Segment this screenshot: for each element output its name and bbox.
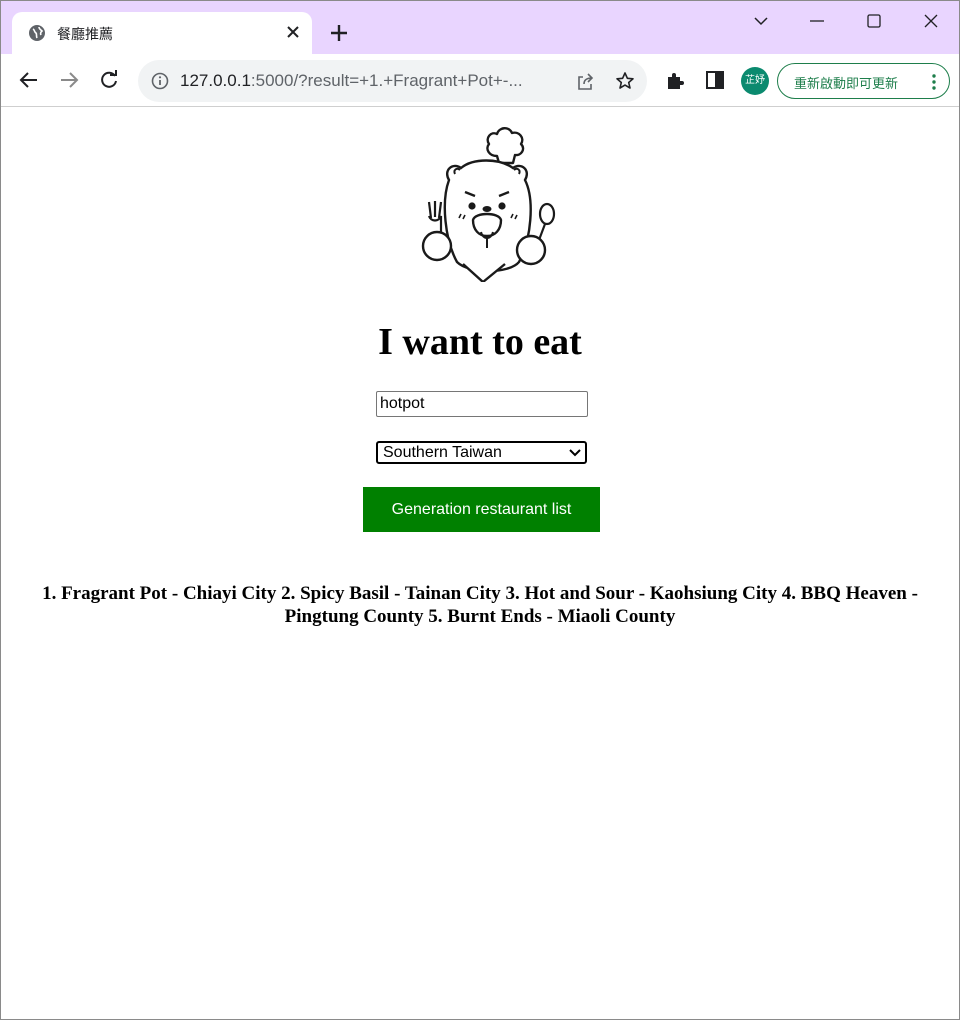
chevron-down-icon — [569, 449, 581, 457]
maximize-icon[interactable] — [864, 11, 884, 31]
extensions-puzzle-icon[interactable] — [664, 69, 686, 91]
minimize-icon[interactable] — [807, 11, 827, 31]
url-text: 127.0.0.1:5000/?result=+1.+Fragrant+Pot+… — [180, 71, 560, 91]
tab-search-chevron-icon[interactable] — [751, 11, 771, 31]
reload-icon[interactable] — [98, 69, 120, 91]
page-content: I want to eat Southern Taiwan Generation… — [1, 108, 959, 1019]
region-select-value: Southern Taiwan — [383, 444, 502, 461]
tab-strip: 餐廳推薦 — [1, 1, 959, 54]
side-panel-icon[interactable] — [704, 69, 726, 91]
share-icon[interactable] — [575, 72, 595, 92]
chef-bear-mascot-icon — [421, 127, 556, 282]
site-info-icon[interactable] — [151, 72, 169, 90]
restaurant-result-list: 1. Fragrant Pot - Chiayi City 2. Spicy B… — [42, 583, 918, 627]
address-bar[interactable]: 127.0.0.1:5000/?result=+1.+Fragrant+Pot+… — [138, 60, 647, 102]
region-select[interactable]: Southern Taiwan — [376, 441, 587, 464]
tab-active[interactable]: 餐廳推薦 — [12, 12, 312, 54]
forward-arrow-icon[interactable] — [58, 69, 80, 91]
globe-icon — [29, 25, 45, 41]
close-window-icon[interactable] — [921, 11, 941, 31]
profile-avatar[interactable]: 芷妤 — [741, 67, 769, 95]
browser-toolbar: 127.0.0.1:5000/?result=+1.+Fragrant+Pot+… — [1, 54, 959, 107]
close-tab-icon[interactable] — [284, 23, 302, 41]
food-input[interactable] — [376, 391, 588, 417]
url-path: :5000/?result=+1.+Fragrant+Pot+-... — [250, 71, 523, 90]
new-tab-icon[interactable] — [328, 22, 350, 44]
generate-list-button[interactable]: Generation restaurant list — [363, 487, 600, 532]
tab-title: 餐廳推薦 — [57, 27, 113, 43]
bookmark-star-icon[interactable] — [615, 71, 635, 91]
update-button-label: 重新啟動即可更新 — [794, 77, 899, 92]
more-options-icon[interactable] — [931, 73, 937, 91]
page-heading: I want to eat — [378, 321, 582, 363]
url-host: 127.0.0.1 — [180, 71, 251, 90]
back-arrow-icon[interactable] — [18, 69, 40, 91]
browser-window: 餐廳推薦 127.0.0.1:5000/?result=+1.+Fragrant… — [0, 0, 960, 1020]
update-button[interactable]: 重新啟動即可更新 — [777, 63, 950, 99]
